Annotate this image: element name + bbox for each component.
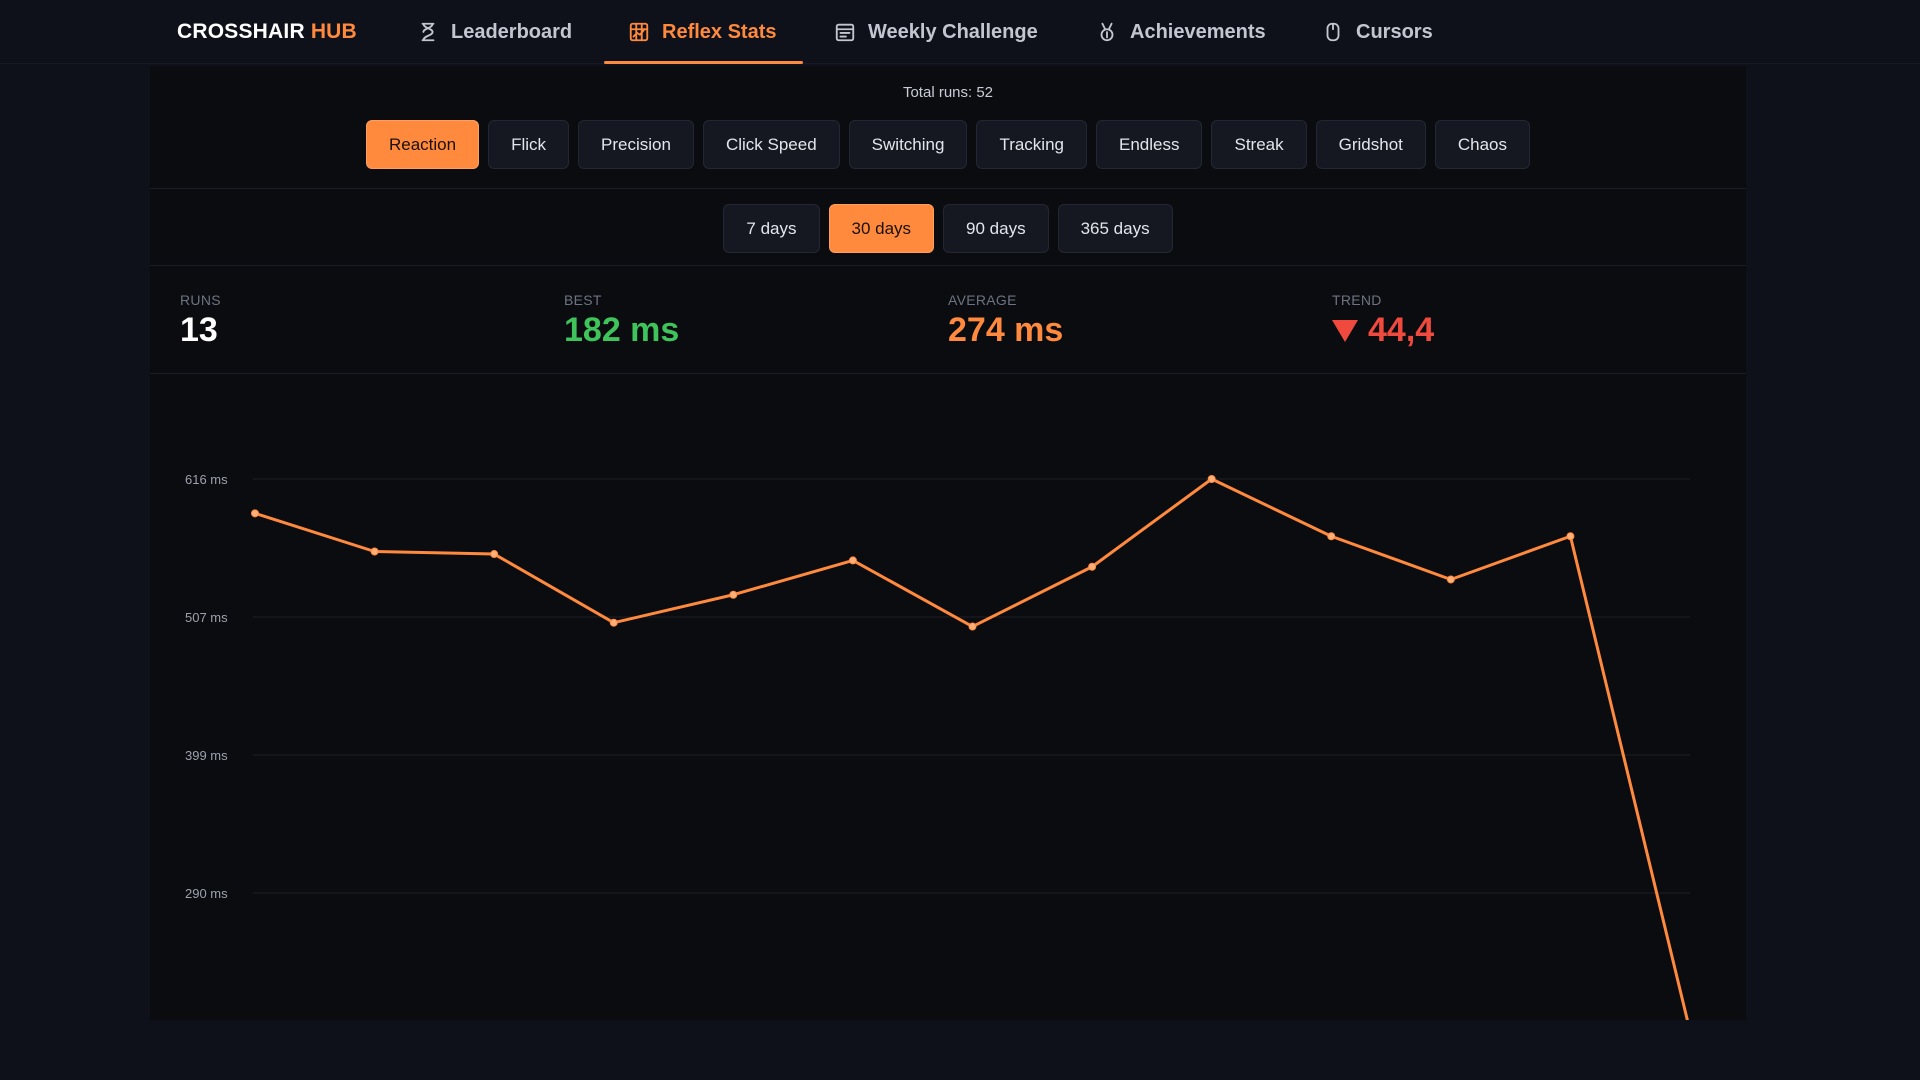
data-point — [251, 509, 259, 518]
stat-label: BEST — [564, 292, 602, 308]
divider — [150, 265, 1746, 266]
data-point — [1088, 562, 1097, 571]
series-line — [253, 477, 1689, 1020]
range-selector: 7 days 30 days 90 days 365 days — [150, 204, 1746, 253]
mode-switching-button[interactable]: Switching — [848, 120, 968, 169]
stat-best: BEST 182 ms — [564, 292, 679, 350]
nav-label: Leaderboard — [451, 20, 573, 43]
mode-tracking-button[interactable]: Tracking — [976, 120, 1087, 169]
hourglass-icon — [421, 22, 435, 42]
data-point — [1566, 532, 1575, 541]
nav-label: Reflex Stats — [662, 20, 777, 43]
data-point — [1207, 475, 1216, 483]
calendar-icon — [835, 23, 855, 42]
chart-grid-icon — [629, 22, 649, 42]
data-point — [370, 547, 379, 556]
mode-gridshot-button[interactable]: Gridshot — [1315, 120, 1426, 169]
mode-streak-button[interactable]: Streak — [1211, 120, 1307, 169]
reaction-time-chart: 616 ms507 ms399 ms290 ms182 msMay 29May … — [150, 376, 1746, 1020]
mode-flick-button[interactable]: Flick — [488, 120, 570, 169]
data-point — [609, 618, 618, 627]
range-7-days-button[interactable]: 7 days — [723, 204, 820, 253]
stat-trend: TREND 44,4 — [1332, 292, 1434, 350]
nav-weekly-challenge[interactable]: Weekly Challenge — [834, 0, 1038, 64]
top-nav: CROSSHAIR HUB Leaderboard Reflex Stats W… — [0, 0, 1920, 64]
reflex-stats-panel: Total runs: 52 Reaction Flick Precision … — [150, 66, 1746, 1020]
data-point — [968, 622, 977, 631]
data-point — [1327, 532, 1336, 541]
y-tick-label: 616 ms — [185, 472, 228, 487]
brand-name-primary: CROSSHAIR — [177, 20, 305, 43]
stat-label: TREND — [1332, 292, 1382, 308]
range-90-days-button[interactable]: 90 days — [943, 204, 1049, 253]
range-365-days-button[interactable]: 365 days — [1057, 204, 1173, 253]
nav-cursors[interactable]: Cursors — [1322, 0, 1433, 64]
mode-chaos-button[interactable]: Chaos — [1434, 120, 1531, 169]
stat-label: AVERAGE — [948, 292, 1017, 308]
range-30-days-button[interactable]: 30 days — [828, 204, 935, 253]
data-point — [1446, 575, 1455, 584]
nav-leaderboard[interactable]: Leaderboard — [417, 0, 572, 64]
stat-average: AVERAGE 274 ms — [948, 292, 1063, 350]
data-point — [848, 556, 857, 565]
nav-label: Weekly Challenge — [868, 20, 1038, 43]
nav-achievements[interactable]: Achievements — [1096, 0, 1266, 64]
nav-label: Cursors — [1356, 20, 1433, 43]
y-tick-label: 290 ms — [185, 886, 228, 901]
nav-reflex-stats[interactable]: Reflex Stats — [604, 0, 802, 64]
stat-value: 13 — [180, 311, 218, 349]
stat-value: 274 ms — [948, 311, 1064, 349]
data-point — [490, 550, 499, 559]
trend-value: 44,4 — [1368, 311, 1435, 349]
mode-reaction-button[interactable]: Reaction — [365, 120, 480, 169]
stat-value: 182 ms — [564, 311, 680, 349]
trend-down-icon — [1332, 319, 1358, 342]
mode-selector: Reaction Flick Precision Click Speed Swi… — [150, 120, 1746, 169]
line-chart: 616 ms507 ms399 ms290 ms182 msMay 29May … — [185, 472, 1690, 1020]
mode-precision-button[interactable]: Precision — [578, 120, 694, 169]
brand-name-accent: HUB — [310, 20, 357, 43]
stat-label: RUNS — [180, 292, 221, 308]
mode-endless-button[interactable]: Endless — [1096, 120, 1203, 169]
stat-value: 44,4 — [1332, 311, 1434, 350]
y-tick-label: 507 ms — [185, 610, 228, 625]
data-point — [729, 590, 738, 599]
stat-runs: RUNS 13 — [180, 292, 221, 350]
divider — [150, 188, 1746, 189]
mode-click-speed-button[interactable]: Click Speed — [702, 120, 840, 169]
nav-label: Achievements — [1130, 20, 1266, 43]
mouse-icon — [1326, 22, 1340, 42]
divider — [150, 373, 1746, 374]
y-tick-label: 399 ms — [185, 748, 228, 763]
medal-icon — [1100, 22, 1114, 42]
total-runs-text: Total runs: 52 — [902, 84, 994, 101]
brand-logo[interactable]: CROSSHAIR HUB — [177, 0, 357, 64]
